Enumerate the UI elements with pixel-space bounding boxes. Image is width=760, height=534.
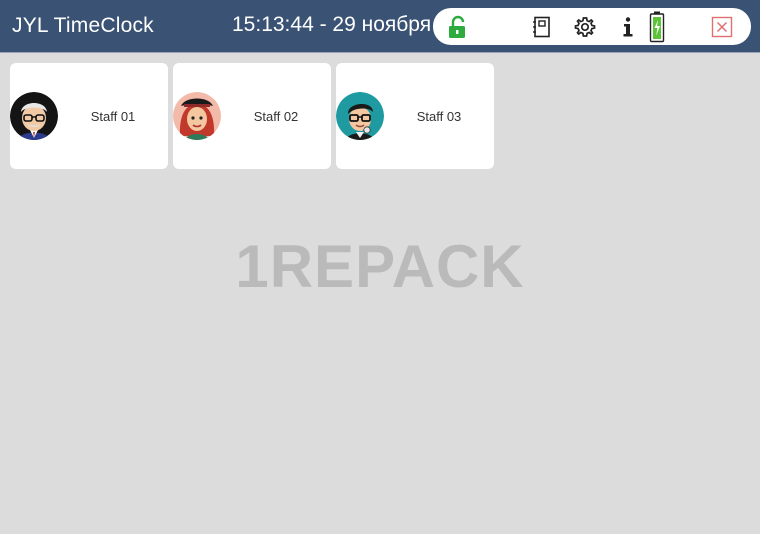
- top-bar: JYL TimeClock 15:13:44 - 29 ноября: [0, 0, 760, 53]
- elderly-man-avatar: [10, 92, 58, 140]
- toolbar: [433, 8, 751, 45]
- clock-date-display: 15:13:44 - 29 ноября: [232, 13, 432, 36]
- staff-name: Staff 02: [253, 109, 299, 124]
- staff-card[interactable]: Staff 01: [10, 63, 168, 169]
- notebook-icon: [533, 16, 550, 37]
- staff-card[interactable]: Staff 02: [173, 63, 331, 169]
- watermark: 1REPACK: [235, 233, 525, 300]
- avatar: [173, 92, 221, 140]
- avatar: [10, 92, 58, 140]
- avatar: [336, 92, 384, 140]
- app-title: JYL TimeClock: [12, 14, 154, 37]
- battery-charging-icon: [649, 11, 665, 42]
- close-icon: [711, 16, 733, 37]
- log-button[interactable]: [527, 8, 557, 45]
- staff-name: Staff 01: [90, 109, 136, 124]
- gear-icon: [574, 16, 596, 37]
- close-button[interactable]: [707, 8, 737, 45]
- lock-button[interactable]: [443, 8, 473, 45]
- info-icon: [623, 16, 633, 36]
- young-man-glasses-avatar: [336, 92, 384, 140]
- unlock-icon: [449, 15, 465, 38]
- staff-name: Staff 03: [416, 109, 462, 124]
- red-haired-woman-avatar: [173, 92, 221, 140]
- staff-card[interactable]: Staff 03: [336, 63, 494, 169]
- battery-status: [642, 8, 672, 45]
- settings-button[interactable]: [570, 8, 600, 45]
- info-button[interactable]: [613, 8, 643, 45]
